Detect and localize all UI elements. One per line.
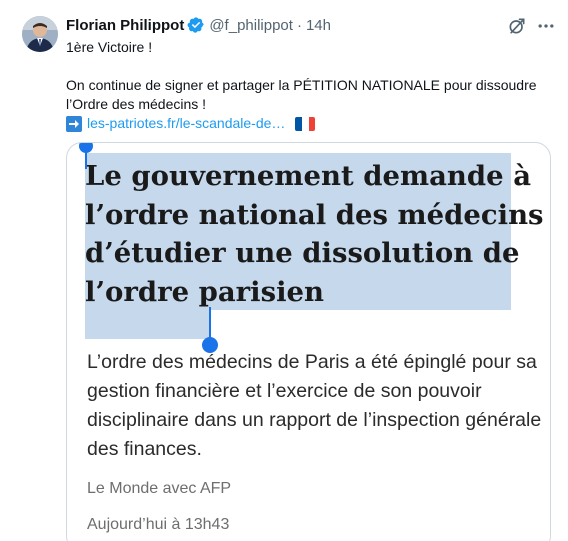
tweet-line-1: 1ère Victoire !: [66, 39, 153, 55]
france-flag-emoji: [295, 116, 316, 131]
verified-badge-icon: [187, 17, 205, 33]
text-selection-highlight: [85, 307, 209, 339]
selection-start-handle[interactable]: [79, 143, 93, 153]
tweet-line-2: On continue de signer et partager la PÉT…: [66, 77, 537, 112]
card-summary: L’ordre des médecins de Paris a été épin…: [87, 351, 542, 460]
tweet-text: 1ère Victoire ! On continue de signer et…: [66, 38, 546, 133]
card-date: Aujourd’hui à 13h43: [87, 516, 230, 533]
author-handle[interactable]: @f_philippot: [209, 17, 293, 34]
tweet-time[interactable]: 14h: [306, 17, 331, 34]
link-preview-card[interactable]: Le gouvernement demande à l’ordre nation…: [66, 142, 551, 541]
more-options-icon[interactable]: [536, 16, 556, 36]
tweet-link-line: les-patriotes.fr/le-scandale-de…: [66, 114, 546, 133]
author-name[interactable]: Florian Philippot: [66, 17, 184, 34]
tweet-header: Florian Philippot @f_philippot · 14h: [66, 15, 331, 35]
grok-icon[interactable]: [507, 16, 527, 36]
selection-end-caret: [209, 307, 211, 339]
card-headline: Le gouvernement demande à l’ordre nation…: [85, 160, 544, 308]
card-source: Le Monde avec AFP: [87, 480, 232, 497]
right-arrow-emoji: [66, 115, 82, 132]
avatar[interactable]: [22, 16, 58, 52]
article-link[interactable]: les-patriotes.fr/le-scandale-de…: [87, 114, 285, 133]
tweet[interactable]: Florian Philippot @f_philippot · 14h 1èr…: [0, 0, 568, 541]
separator-dot: ·: [296, 16, 302, 34]
